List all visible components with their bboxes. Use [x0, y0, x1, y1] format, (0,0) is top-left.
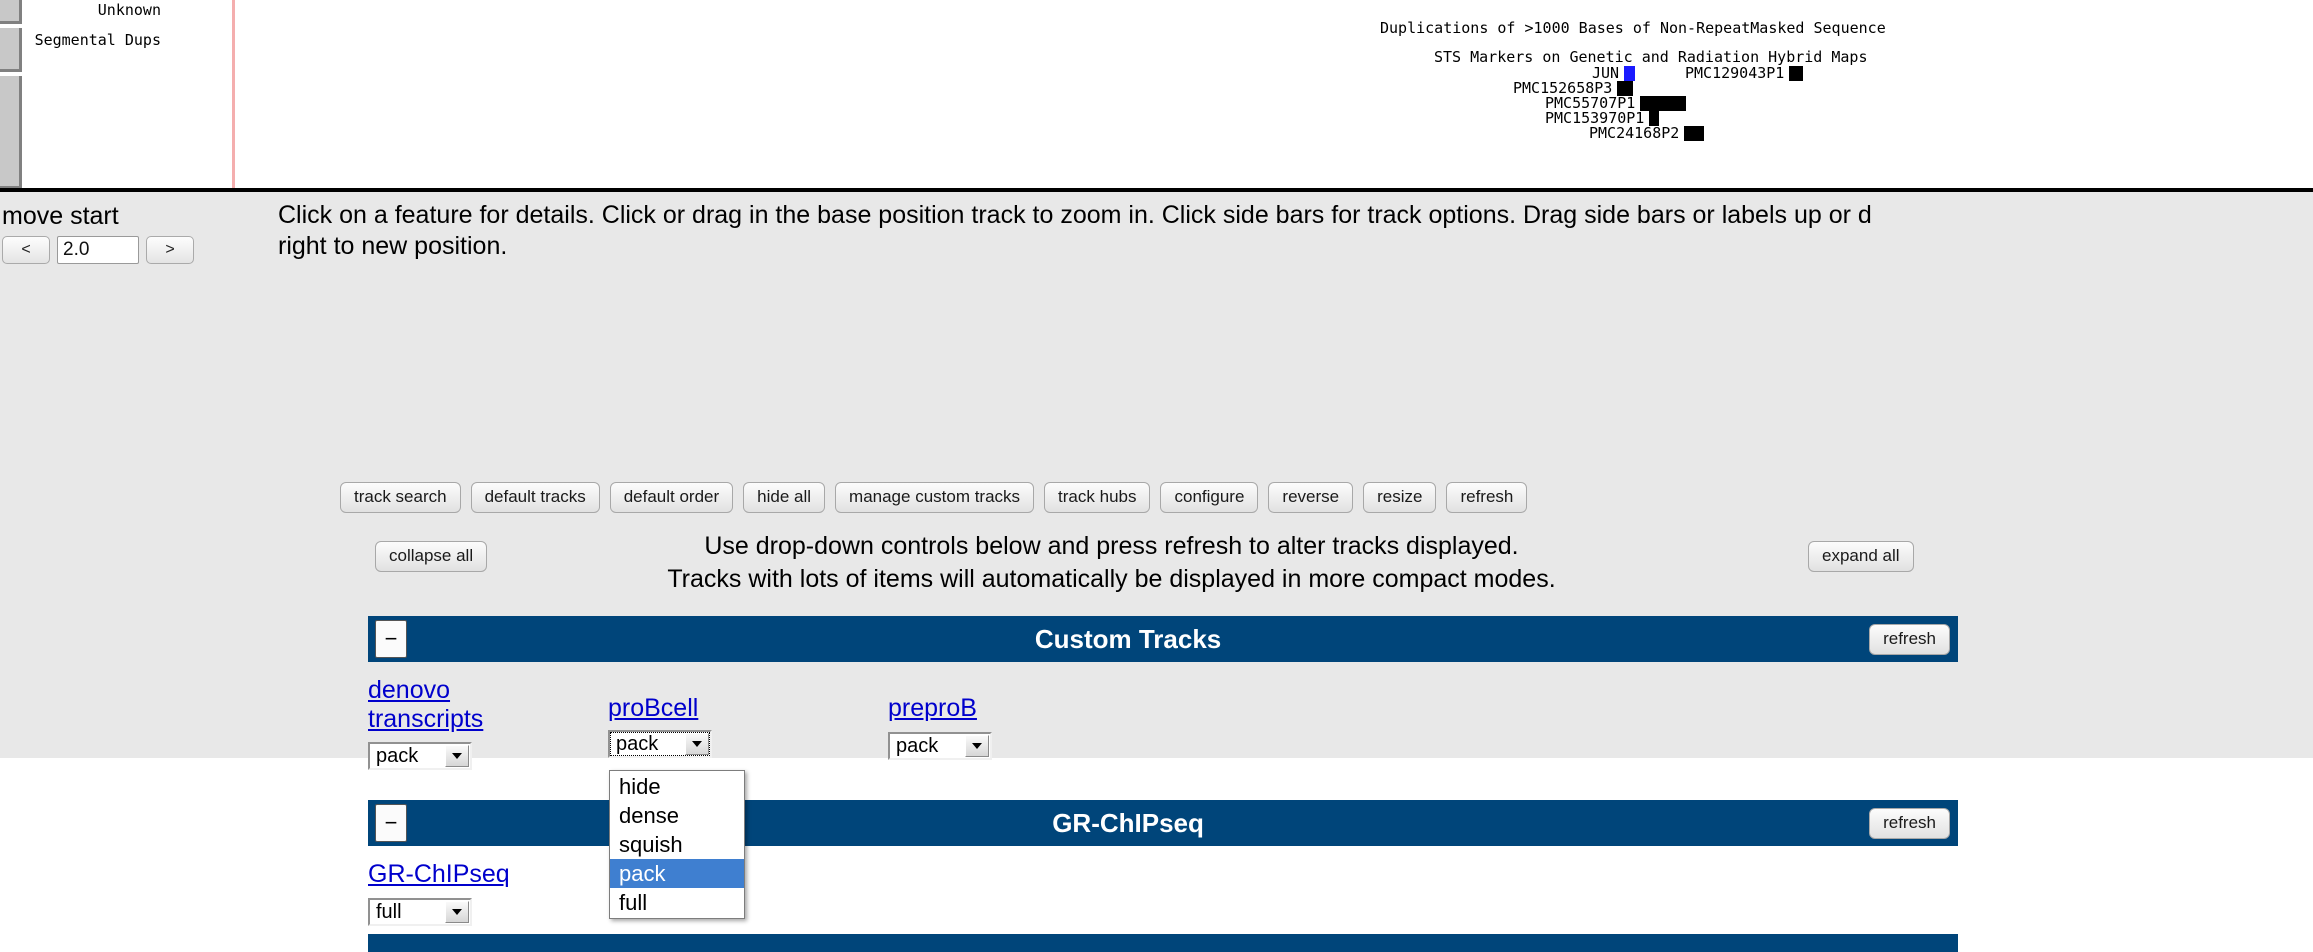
track-link-probcell[interactable]: proBcell: [608, 694, 698, 723]
track-mode-value: pack: [896, 735, 939, 757]
configure-button[interactable]: configure: [1160, 482, 1259, 513]
track-sidebar-box-1[interactable]: [0, 0, 22, 24]
dropdown-option-full[interactable]: full: [610, 888, 744, 917]
chevron-down-icon[interactable]: [685, 733, 709, 755]
track-sidebar-box-3[interactable]: [0, 76, 22, 189]
instructions-line-1: Click on a feature for details. Click or…: [278, 201, 1872, 229]
move-start-right-button[interactable]: >: [146, 236, 194, 264]
track-controls-region: move start < > Click on a feature for de…: [0, 192, 2313, 952]
track-mode-value: pack: [376, 745, 419, 767]
sts-marker-pmc129043p1[interactable]: PMC129043P1: [1685, 64, 1804, 82]
hide-all-button[interactable]: hide all: [743, 482, 826, 513]
track-mode-select-denovo-transcripts[interactable]: pack: [368, 742, 472, 770]
dropdown-help-line-1: Use drop-down controls below and press r…: [704, 532, 1519, 560]
sts-marker-pmc24168p2[interactable]: PMC24168P2: [1589, 124, 1705, 142]
sts-marker-label: PMC24168P2: [1589, 124, 1680, 142]
reverse-button[interactable]: reverse: [1268, 482, 1354, 513]
refresh-button-custom-tracks[interactable]: refresh: [1869, 623, 1950, 655]
expand-all-button[interactable]: expand all: [1808, 541, 1914, 572]
track-search-button[interactable]: track search: [340, 482, 461, 513]
track-hubs-button[interactable]: track hubs: [1044, 482, 1151, 513]
duplications-track-title: Duplications of >1000 Bases of Non-Repea…: [1380, 19, 1886, 37]
resize-button[interactable]: resize: [1363, 482, 1437, 513]
genome-browser-image[interactable]: Unknown Segmental Dups Duplications of >…: [0, 0, 2313, 192]
track-label-segmental-dups: Segmental Dups: [34, 31, 161, 49]
group-header-grchipseq: − GR-ChIPseq refresh: [368, 800, 1958, 846]
browser-instructions: Click on a feature for details. Click or…: [278, 200, 2313, 262]
sts-marker-label: PMC129043P1: [1685, 64, 1785, 82]
track-sidebar-box-2[interactable]: [0, 28, 22, 72]
chevron-down-icon[interactable]: [445, 901, 469, 923]
track-mode-value: pack: [616, 733, 659, 755]
instructions-line-2: right to new position.: [278, 232, 508, 260]
dropdown-help-text: Use drop-down controls below and press r…: [0, 530, 2313, 596]
group-header-partial-bottom: [368, 934, 1958, 952]
track-mode-select-probcell[interactable]: pack: [608, 730, 712, 758]
manage-custom-tracks-button[interactable]: manage custom tracks: [835, 482, 1035, 513]
dropdown-option-dense[interactable]: dense: [610, 801, 744, 830]
group-title-custom-tracks: Custom Tracks: [1034, 623, 1222, 654]
group-header-custom-tracks: − Custom Tracks refresh: [368, 616, 1958, 662]
move-start-amount-input[interactable]: [57, 236, 139, 264]
track-link-line-2: transcripts: [368, 705, 484, 733]
move-start-left-button[interactable]: <: [2, 236, 50, 264]
default-order-button[interactable]: default order: [609, 482, 734, 513]
chevron-down-icon[interactable]: [965, 735, 989, 757]
track-mode-select-grchipseq[interactable]: full: [368, 898, 472, 926]
move-start-controls: < >: [0, 236, 260, 264]
dropdown-option-pack[interactable]: pack: [610, 859, 744, 888]
vertical-separator-line: [232, 0, 235, 188]
track-mode-value: full: [376, 901, 402, 923]
refresh-button[interactable]: refresh: [1446, 482, 1528, 513]
track-mode-dropdown-menu-probcell[interactable]: hide dense squish pack full: [609, 770, 745, 919]
track-link-denovo-transcripts[interactable]: denovo transcripts: [368, 676, 508, 734]
track-label-unknown: Unknown: [97, 1, 161, 19]
sts-marker-block[interactable]: [1684, 125, 1705, 141]
track-link-grchipseq[interactable]: GR-ChIPseq: [368, 860, 510, 889]
refresh-button-grchipseq[interactable]: refresh: [1869, 807, 1950, 839]
move-start-label: move start: [2, 202, 119, 230]
dropdown-option-hide[interactable]: hide: [610, 772, 744, 801]
track-mode-select-preprob[interactable]: pack: [888, 732, 992, 760]
sts-marker-block[interactable]: [1789, 65, 1804, 81]
dropdown-option-squish[interactable]: squish: [610, 830, 744, 859]
default-tracks-button[interactable]: default tracks: [470, 482, 600, 513]
move-start-group: move start < >: [0, 202, 260, 264]
chevron-down-icon[interactable]: [445, 745, 469, 767]
track-link-line-1: denovo: [368, 676, 451, 704]
dropdown-help-line-2: Tracks with lots of items will automatic…: [667, 565, 1556, 593]
track-link-preprob[interactable]: preproB: [888, 694, 977, 723]
track-toolbar: track search default tracks default orde…: [340, 482, 1528, 513]
